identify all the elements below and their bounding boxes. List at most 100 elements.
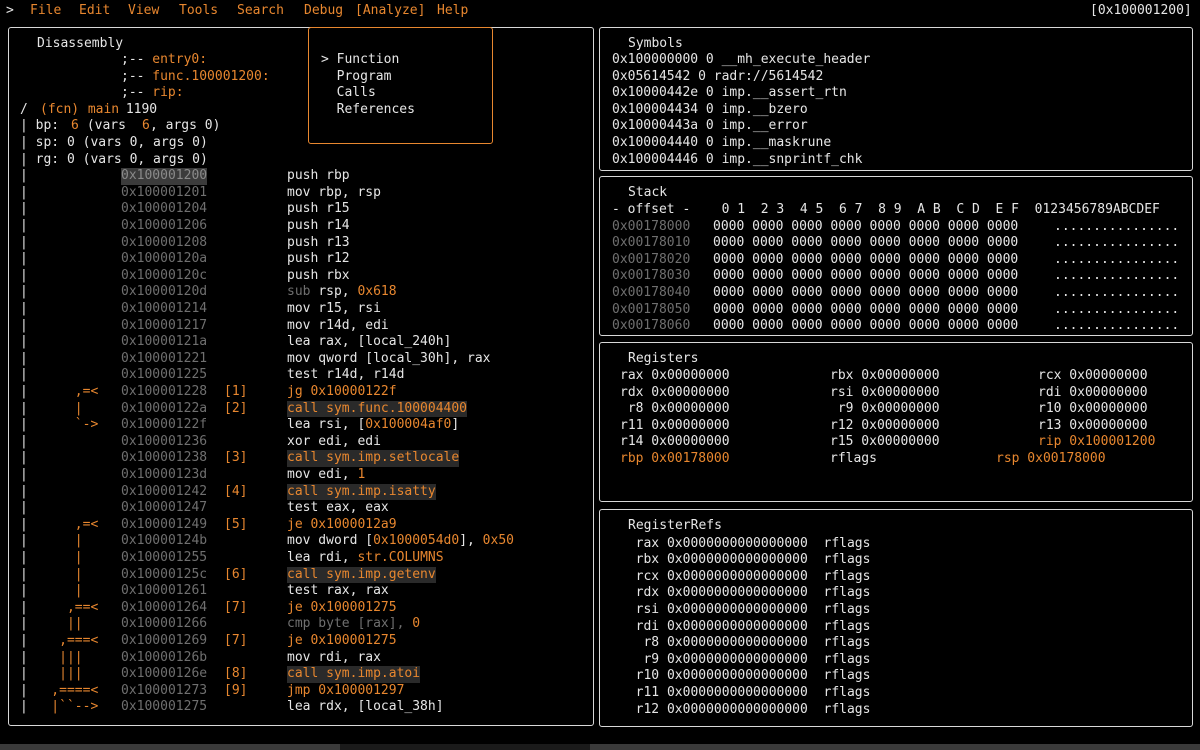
register-value: rflags	[830, 451, 877, 466]
menu-analyze[interactable]: [Analyze]	[355, 3, 425, 18]
instruction-address: 0x100001228	[121, 384, 208, 399]
instruction-address: 0x100001269	[121, 633, 208, 648]
flag-prefix: ;--	[121, 68, 153, 84]
symbol-entry[interactable]: 0x05614542 0 radr://5614542	[612, 69, 823, 86]
stack-offset: 0x00178030	[612, 268, 691, 284]
instruction-address: 0x100001204	[121, 201, 208, 217]
instruction-text[interactable]: lea rdx, [local_38h]	[287, 699, 444, 716]
xref-marker: [7]	[224, 633, 248, 648]
instruction-text[interactable]: mov r14d, edi	[287, 318, 389, 335]
instruction-text[interactable]: je 0x100001275	[287, 600, 397, 617]
instruction-address: 0x100001221	[121, 350, 208, 366]
register-value: r8 0x00000000	[620, 401, 730, 417]
stack-hex: 0000 0000 0000 0000 0000 0000 0000 0000	[713, 235, 1019, 251]
menu-item-references[interactable]: References	[321, 102, 415, 117]
registerref-entry: r12 0x0000000000000000 rflags	[620, 701, 871, 717]
instruction-text[interactable]: push r14	[287, 218, 350, 235]
menu-view[interactable]: View	[128, 3, 159, 18]
flag-prefix: ;--	[121, 52, 153, 67]
instruction-text[interactable]: lea rdi, str.COLUMNS	[287, 550, 444, 567]
flow-graph-glyph: | ,=<	[20, 516, 107, 532]
menu-item-calls[interactable]: Calls	[321, 85, 376, 100]
instruction-text[interactable]: call sym.imp.getenv	[287, 566, 436, 584]
symbol-entry[interactable]: 0x10000443a 0 imp.__error	[612, 118, 808, 135]
flow-graph-glyph: | ,====<	[20, 682, 107, 698]
flow-graph-glyph: |	[20, 350, 28, 366]
stack-ascii: ................	[1054, 318, 1180, 334]
instruction-text[interactable]: mov qword [local_30h], rax	[287, 351, 491, 368]
instruction-text[interactable]: push r12	[287, 251, 350, 268]
instruction-text[interactable]: cmp byte [rax], 0	[287, 616, 420, 633]
instruction-text[interactable]: push rbx	[287, 268, 350, 285]
instruction-text[interactable]: je 0x1000012a9	[287, 517, 397, 534]
instruction-text[interactable]: jg 0x10000122f	[287, 384, 397, 401]
flow-graph-glyph: |	[20, 218, 28, 233]
panel-title: RegisterRefs	[628, 518, 722, 533]
flow-graph-glyph: | |	[20, 550, 91, 565]
instruction-address: 0x10000120a	[121, 251, 208, 267]
register-value: rbx 0x00000000	[830, 368, 940, 383]
instruction-text[interactable]: xor edi, edi	[287, 434, 381, 451]
instruction-address: 0x100001275	[121, 699, 208, 715]
xref-marker: [7]	[224, 599, 248, 615]
xref-marker: [2]	[224, 400, 248, 416]
panel-title: Disassembly	[37, 36, 124, 51]
symbol-entry[interactable]: 0x100004440 0 imp.__maskrune	[612, 135, 831, 152]
instruction-text[interactable]: lea rsi, [0x100004af0]	[287, 417, 459, 434]
xref-marker: [6]	[224, 566, 248, 582]
instruction-text[interactable]: call sym.imp.isatty	[287, 483, 436, 501]
menu-tools[interactable]: Tools	[179, 3, 218, 18]
instruction-address: 0x100001238	[121, 450, 208, 466]
xref-marker: [4]	[224, 483, 248, 499]
vars-sp: | sp: 0 (vars 0, args 0)	[20, 135, 208, 150]
menu-help[interactable]: Help	[437, 3, 468, 18]
instruction-text[interactable]: mov r15, rsi	[287, 301, 381, 318]
flow-graph-glyph: | |``-->	[20, 699, 107, 715]
stack-offset: 0x00178010	[612, 235, 691, 251]
instruction-text[interactable]: mov rbp, rsp	[287, 185, 381, 202]
menu-debug[interactable]: Debug	[304, 3, 343, 18]
vars-rg: | rg: 0 (vars 0, args 0)	[20, 151, 208, 167]
register-value: r14 0x00000000	[620, 434, 730, 450]
instruction-text[interactable]: test rax, rax	[287, 583, 389, 600]
symbol-entry[interactable]: 0x10000442e 0 imp.__assert_rtn	[612, 85, 847, 102]
symbol-entry[interactable]: 0x100004446 0 imp.__snprintf_chk	[612, 152, 862, 169]
vars-bp-vars: 6	[142, 118, 150, 134]
menu-search[interactable]: Search	[237, 3, 284, 18]
instruction-text[interactable]: push r15	[287, 201, 350, 218]
instruction-text[interactable]: mov rdi, rax	[287, 650, 381, 667]
instruction-text[interactable]: push r13	[287, 235, 350, 252]
symbol-entry[interactable]: 0x100000000 0 __mh_execute_header	[612, 52, 870, 69]
instruction-address: 0x100001236	[121, 433, 208, 449]
instruction-text[interactable]: test eax, eax	[287, 500, 389, 517]
register-value: r13 0x00000000	[1038, 417, 1148, 433]
registerref-entry: rdx 0x0000000000000000 rflags	[620, 585, 871, 601]
symbol-entry[interactable]: 0x100004434 0 imp.__bzero	[612, 102, 808, 119]
flow-graph-glyph: | |	[20, 583, 91, 599]
registerref-entry: r11 0x0000000000000000 rflags	[620, 684, 871, 700]
instruction-text[interactable]: sub rsp, 0x618	[287, 284, 397, 301]
instruction-text[interactable]: mov dword [0x1000054d0], 0x50	[287, 533, 514, 550]
instruction-address: 0x10000121a	[121, 334, 208, 350]
instruction-address: 0x100001261	[121, 583, 208, 599]
instruction-text[interactable]: test r14d, r14d	[287, 367, 404, 384]
menu-item-program[interactable]: Program	[321, 69, 392, 84]
instruction-text[interactable]: jmp 0x100001297	[287, 683, 404, 700]
menu-file[interactable]: File	[30, 3, 61, 18]
instruction-text[interactable]: call sym.imp.setlocale	[287, 450, 460, 467]
instruction-address: 0x10000122f	[121, 417, 208, 433]
stack-hex: 0000 0000 0000 0000 0000 0000 0000 0000	[713, 251, 1019, 267]
menu-item-function[interactable]: > Function	[321, 52, 399, 67]
menu-edit[interactable]: Edit	[79, 3, 110, 18]
instruction-address: 0x100001264	[121, 599, 208, 615]
register-value: rsp 0x00178000	[996, 451, 1106, 466]
instruction-text[interactable]: push rbp	[287, 168, 350, 185]
stack-ascii: ................	[1054, 235, 1180, 251]
flow-graph-glyph: |	[20, 184, 28, 200]
instruction-text[interactable]: je 0x100001275	[287, 633, 397, 650]
flow-graph-glyph: | ||	[20, 616, 91, 632]
instruction-text[interactable]: lea rax, [local_240h]	[287, 334, 451, 351]
instruction-text[interactable]: call sym.func.100004400	[287, 400, 468, 418]
instruction-text[interactable]: mov edi, 1	[287, 467, 365, 484]
instruction-text[interactable]: call sym.imp.atoi	[287, 666, 421, 683]
